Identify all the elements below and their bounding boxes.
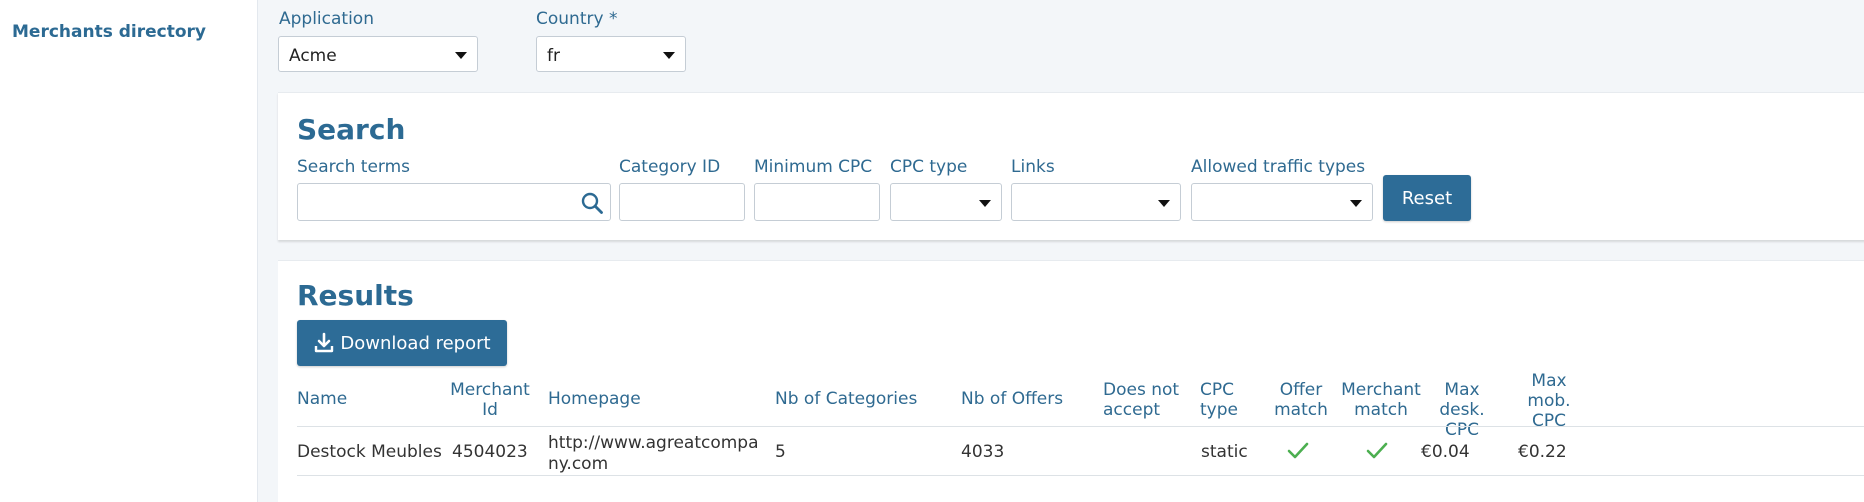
column-header-max-desk-cpc[interactable]: Max desk. CPC: [1421, 380, 1503, 440]
links-label: Links: [1011, 157, 1055, 177]
category-id-label: Category ID: [619, 157, 721, 177]
search-title: Search: [297, 113, 406, 146]
column-header-offer-match[interactable]: Offer match: [1270, 380, 1332, 420]
download-report-label: Download report: [340, 332, 491, 354]
table-header-divider: [297, 426, 1864, 427]
results-card: Results Download report Name Merchant Id…: [278, 260, 1864, 502]
reset-button[interactable]: Reset: [1383, 175, 1471, 221]
allowed-traffic-label: Allowed traffic types: [1191, 157, 1366, 177]
search-terms-input[interactable]: [297, 183, 611, 221]
column-header-max-mob-cpc[interactable]: Max mob. CPC: [1518, 371, 1580, 431]
column-header-homepage[interactable]: Homepage: [548, 389, 641, 409]
country-label: Country *: [536, 9, 618, 29]
application-value: Acme: [289, 46, 337, 66]
cell-homepage[interactable]: http://www.agreatcompany.com: [548, 433, 764, 475]
allowed-traffic-select[interactable]: [1191, 183, 1373, 221]
results-title: Results: [297, 279, 414, 312]
country-value: fr: [547, 46, 560, 66]
cpc-type-select[interactable]: [890, 183, 1002, 221]
main-content: Application Acme Country * fr Search Sea…: [259, 0, 1864, 502]
sidebar: Merchants directory: [0, 0, 258, 502]
caret-down-icon: [663, 52, 675, 59]
caret-down-icon: [1350, 200, 1362, 207]
column-header-name[interactable]: Name: [297, 389, 347, 409]
country-select[interactable]: fr: [536, 36, 686, 72]
cell-cpc-type: static: [1201, 442, 1248, 462]
cell-nb-offers: 4033: [961, 442, 1005, 462]
caret-down-icon: [979, 200, 991, 207]
column-header-merchant-id[interactable]: Merchant Id: [450, 380, 530, 420]
cell-nb-categories: 5: [775, 442, 786, 462]
cell-max-mob-cpc: €0.22: [1518, 442, 1567, 462]
column-header-does-not-accept[interactable]: Does not accept: [1103, 380, 1193, 420]
check-icon: [1366, 442, 1388, 460]
cell-name: Destock Meubles: [297, 442, 442, 462]
cell-max-desk-cpc: €0.04: [1421, 442, 1470, 462]
column-header-merchant-match[interactable]: Merchant match: [1341, 380, 1421, 420]
check-icon: [1287, 442, 1309, 460]
search-card: Search Search terms Category ID Minimum …: [278, 92, 1864, 240]
search-icon[interactable]: [580, 191, 604, 219]
column-header-cpc-type[interactable]: CPC type: [1200, 380, 1260, 420]
minimum-cpc-label: Minimum CPC: [754, 157, 873, 177]
download-icon: [313, 332, 335, 354]
cpc-type-label: CPC type: [890, 157, 968, 177]
minimum-cpc-input[interactable]: [754, 183, 880, 221]
search-terms-label: Search terms: [297, 157, 411, 177]
table-row-divider: [297, 475, 1864, 476]
column-header-nb-offers[interactable]: Nb of Offers: [961, 389, 1063, 409]
caret-down-icon: [455, 52, 467, 59]
download-report-button[interactable]: Download report: [297, 320, 507, 366]
links-select[interactable]: [1011, 183, 1181, 221]
cell-merchant-id: 4504023: [452, 442, 528, 462]
sidebar-item-merchants-directory[interactable]: Merchants directory: [12, 22, 206, 42]
application-select[interactable]: Acme: [278, 36, 478, 72]
caret-down-icon: [1158, 200, 1170, 207]
category-id-input[interactable]: [619, 183, 745, 221]
application-label: Application: [279, 9, 374, 29]
column-header-nb-categories[interactable]: Nb of Categories: [775, 389, 917, 409]
